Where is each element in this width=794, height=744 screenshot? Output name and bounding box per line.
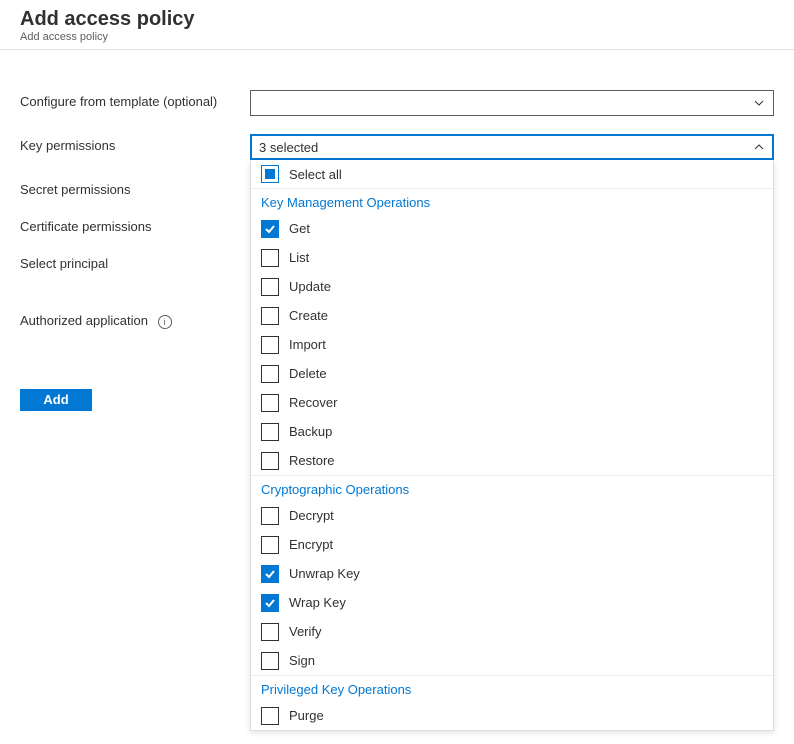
checkbox-icon: [261, 336, 279, 354]
option-label: Purge: [289, 708, 324, 723]
option-import[interactable]: Import: [251, 330, 773, 359]
form-content: Configure from template (optional) Key p…: [0, 50, 794, 431]
page-header: Add access policy Add access policy: [0, 0, 794, 50]
option-label: Delete: [289, 366, 327, 381]
checkbox-icon: [261, 365, 279, 383]
chevron-up-icon: [753, 141, 765, 153]
option-label: Decrypt: [289, 508, 334, 523]
key-permissions-value: 3 selected: [259, 140, 318, 155]
option-decrypt[interactable]: Decrypt: [251, 501, 773, 530]
key-permissions-select[interactable]: 3 selected: [250, 134, 774, 160]
chevron-down-icon: [753, 97, 765, 109]
option-label: List: [289, 250, 309, 265]
dropdown-group-header: Privileged Key Operations: [251, 675, 773, 701]
checkbox-indeterminate-icon: [261, 165, 279, 183]
checkbox-icon: [261, 707, 279, 725]
option-create[interactable]: Create: [251, 301, 773, 330]
option-purge[interactable]: Purge: [251, 701, 773, 730]
option-label: Get: [289, 221, 310, 236]
label-authorized-application: Authorized application i: [20, 309, 250, 329]
checkbox-icon: [261, 423, 279, 441]
label-secret-permissions: Secret permissions: [20, 178, 250, 197]
page-title: Add access policy: [20, 8, 774, 31]
option-unwrap-key[interactable]: Unwrap Key: [251, 559, 773, 588]
option-label: Verify: [289, 624, 322, 639]
template-select[interactable]: [250, 90, 774, 116]
option-label: Select all: [289, 167, 342, 182]
option-label: Unwrap Key: [289, 566, 360, 581]
option-label: Restore: [289, 453, 335, 468]
option-label: Recover: [289, 395, 337, 410]
option-sign[interactable]: Sign: [251, 646, 773, 675]
option-restore[interactable]: Restore: [251, 446, 773, 475]
option-update[interactable]: Update: [251, 272, 773, 301]
option-label: Import: [289, 337, 326, 352]
row-template: Configure from template (optional): [20, 90, 774, 116]
label-template: Configure from template (optional): [20, 90, 250, 109]
checkbox-checked-icon: [261, 220, 279, 238]
option-list[interactable]: List: [251, 243, 773, 272]
label-key-permissions: Key permissions: [20, 134, 250, 153]
add-button[interactable]: Add: [20, 389, 92, 411]
option-wrap-key[interactable]: Wrap Key: [251, 588, 773, 617]
checkbox-icon: [261, 307, 279, 325]
label-select-principal: Select principal: [20, 252, 250, 271]
checkbox-icon: [261, 452, 279, 470]
option-label: Wrap Key: [289, 595, 346, 610]
checkbox-icon: [261, 394, 279, 412]
option-backup[interactable]: Backup: [251, 417, 773, 446]
dropdown-group-header: Key Management Operations: [251, 189, 773, 214]
option-get[interactable]: Get: [251, 214, 773, 243]
checkbox-icon: [261, 536, 279, 554]
option-recover[interactable]: Recover: [251, 388, 773, 417]
option-verify[interactable]: Verify: [251, 617, 773, 646]
option-label: Create: [289, 308, 328, 323]
key-permissions-dropdown: Select all Key Management Operations Get L…: [250, 160, 774, 731]
info-icon[interactable]: i: [158, 315, 172, 329]
option-label: Sign: [289, 653, 315, 668]
dropdown-group-header: Cryptographic Operations: [251, 475, 773, 501]
checkbox-checked-icon: [261, 594, 279, 612]
breadcrumb: Add access policy: [20, 31, 774, 43]
checkbox-checked-icon: [261, 565, 279, 583]
label-certificate-permissions: Certificate permissions: [20, 215, 250, 234]
option-label: Update: [289, 279, 331, 294]
option-encrypt[interactable]: Encrypt: [251, 530, 773, 559]
checkbox-icon: [261, 623, 279, 641]
option-label: Encrypt: [289, 537, 333, 552]
checkbox-icon: [261, 249, 279, 267]
option-label: Backup: [289, 424, 332, 439]
option-delete[interactable]: Delete: [251, 359, 773, 388]
option-select-all[interactable]: Select all: [251, 160, 773, 189]
row-key-permissions: Key permissions 3 selected Select all Ke…: [20, 134, 774, 160]
checkbox-icon: [261, 507, 279, 525]
checkbox-icon: [261, 652, 279, 670]
checkbox-icon: [261, 278, 279, 296]
